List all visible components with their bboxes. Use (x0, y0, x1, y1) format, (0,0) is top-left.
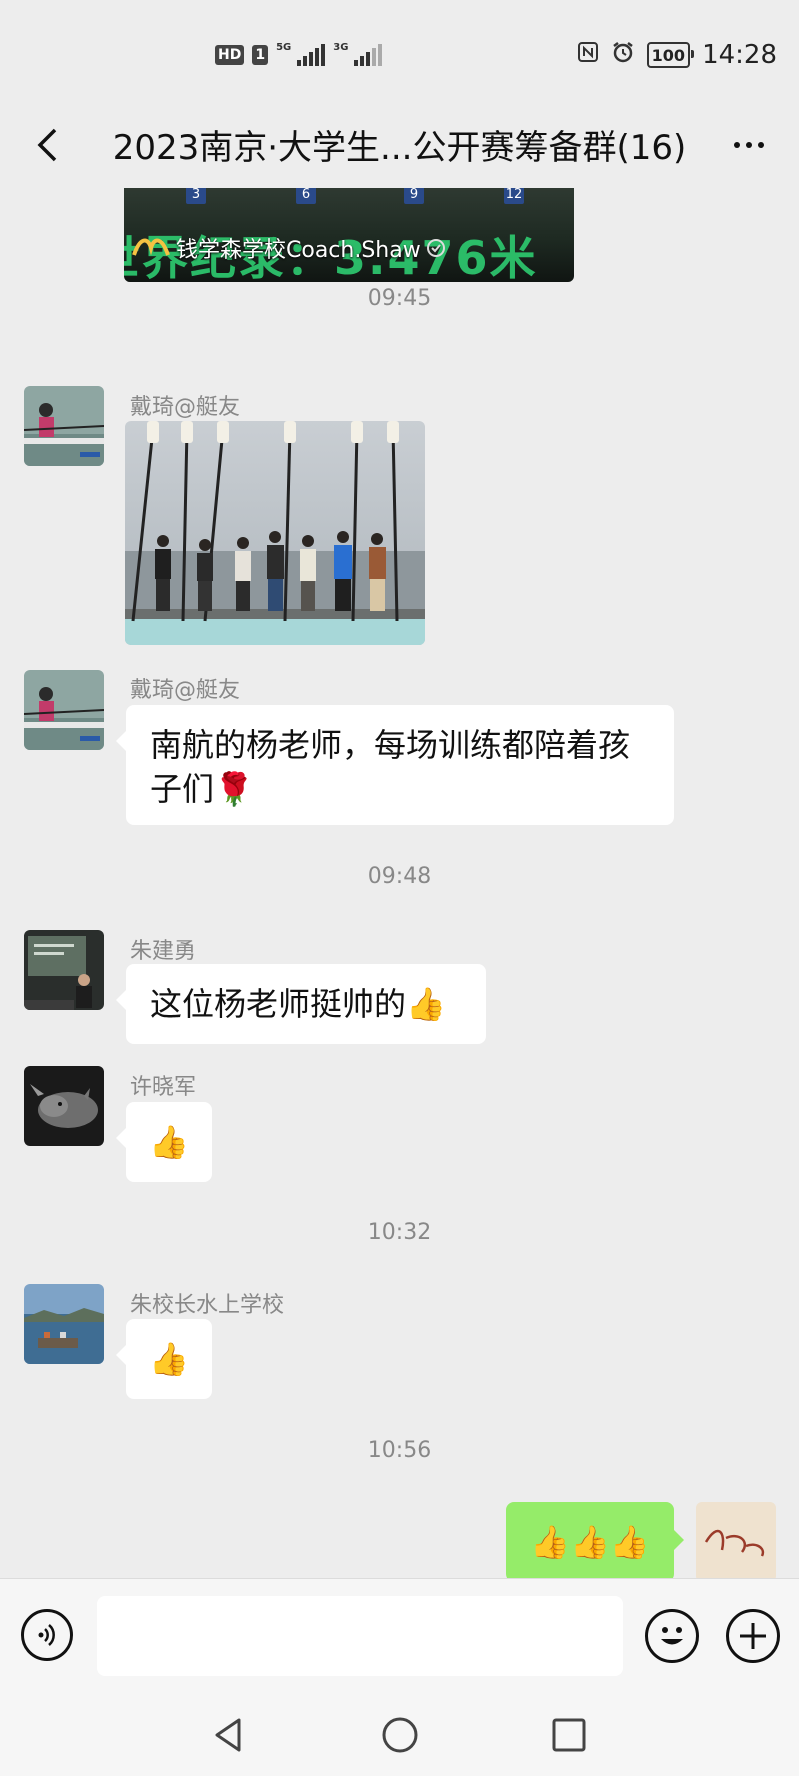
status-right: 100 14:28 (577, 40, 777, 70)
voice-button[interactable] (21, 1609, 73, 1661)
lane-number: 3 (186, 188, 206, 204)
clock: 14:28 (702, 40, 777, 70)
circle-home-icon (382, 1717, 418, 1753)
chat-area[interactable]: 3 6 9 12 世界纪录：3.476米 钱学森学校Coach.Shaw 09:… (0, 188, 799, 1578)
chat-header: 2023南京·大学生...公开赛筹备群(16) (0, 100, 799, 188)
hd-badge: HD (215, 45, 245, 65)
system-recent-button[interactable] (544, 1710, 594, 1760)
verified-icon (426, 239, 445, 257)
video-message[interactable]: 3 6 9 12 世界纪录：3.476米 钱学森学校Coach.Shaw (124, 188, 574, 282)
timestamp: 10:56 (367, 1438, 432, 1463)
avatar[interactable] (24, 1284, 104, 1364)
emoji-icon (661, 1627, 683, 1645)
signal-bars-1-icon (297, 44, 326, 66)
triangle-back-icon (215, 1718, 241, 1752)
lane-number: 9 (404, 188, 424, 204)
sim-badge: 1 (252, 45, 269, 65)
avatar[interactable] (24, 930, 104, 1010)
emoji-button[interactable] (645, 1609, 699, 1663)
message-bubble[interactable]: 这位杨老师挺帅的👍 (116, 964, 486, 1044)
more-dots-icon (734, 142, 740, 148)
sender-name: 朱建勇 (130, 939, 197, 964)
channel-logo-icon (132, 238, 170, 256)
square-recent-icon (552, 1718, 586, 1752)
message-input[interactable] (97, 1596, 623, 1676)
lane-number: 12 (504, 188, 524, 204)
system-navigation-bar (0, 1696, 799, 1776)
sender-name: 戴琦@艇友 (130, 395, 241, 420)
sender-name: 戴琦@艇友 (130, 678, 241, 703)
message-bubble[interactable]: 南航的杨老师，每场训练都陪着孩子们🌹 (116, 705, 674, 825)
alarm-icon (611, 40, 635, 70)
timestamp: 09:45 (367, 286, 432, 311)
my-avatar[interactable] (696, 1502, 776, 1578)
watermark-text: 钱学森学校Coach.Shaw (176, 238, 421, 263)
sender-name: 许晓军 (130, 1075, 197, 1100)
more-dot (746, 142, 752, 148)
more-dot (758, 142, 764, 148)
more-button[interactable] (719, 122, 779, 168)
sender-name: 朱校长水上学校 (130, 1293, 285, 1318)
battery-indicator: 100 (646, 42, 695, 68)
message-input-bar (0, 1578, 799, 1697)
timestamp: 09:48 (367, 864, 432, 889)
video-watermark: 钱学森学校Coach.Shaw (130, 232, 447, 264)
message-bubble[interactable]: 👍 (116, 1102, 212, 1182)
message-bubble[interactable]: 👍 (116, 1319, 212, 1399)
network-indicators: HD 1 5G 3G (215, 41, 383, 66)
timestamp: 10:32 (367, 1220, 432, 1245)
status-bar: HD 1 5G 3G 100 14:28 (0, 0, 799, 100)
lane-number: 6 (296, 188, 316, 204)
system-home-button[interactable] (375, 1710, 425, 1760)
image-message[interactable] (125, 421, 425, 645)
net-type-1: 5G (276, 41, 292, 53)
chat-title: 2023南京·大学生...公开赛筹备群(16) (112, 128, 687, 168)
plus-button[interactable] (726, 1609, 780, 1663)
my-message-bubble[interactable]: 👍👍👍 (506, 1502, 684, 1578)
system-back-button[interactable] (204, 1710, 254, 1760)
avatar[interactable] (24, 386, 104, 466)
nfc-icon (577, 41, 599, 69)
signal-bars-2-icon (354, 44, 383, 66)
voice-icon (38, 1624, 55, 1646)
net-type-2: 3G (333, 41, 349, 53)
plus-icon (740, 1623, 766, 1649)
avatar[interactable] (24, 1066, 104, 1146)
avatar[interactable] (24, 670, 104, 750)
